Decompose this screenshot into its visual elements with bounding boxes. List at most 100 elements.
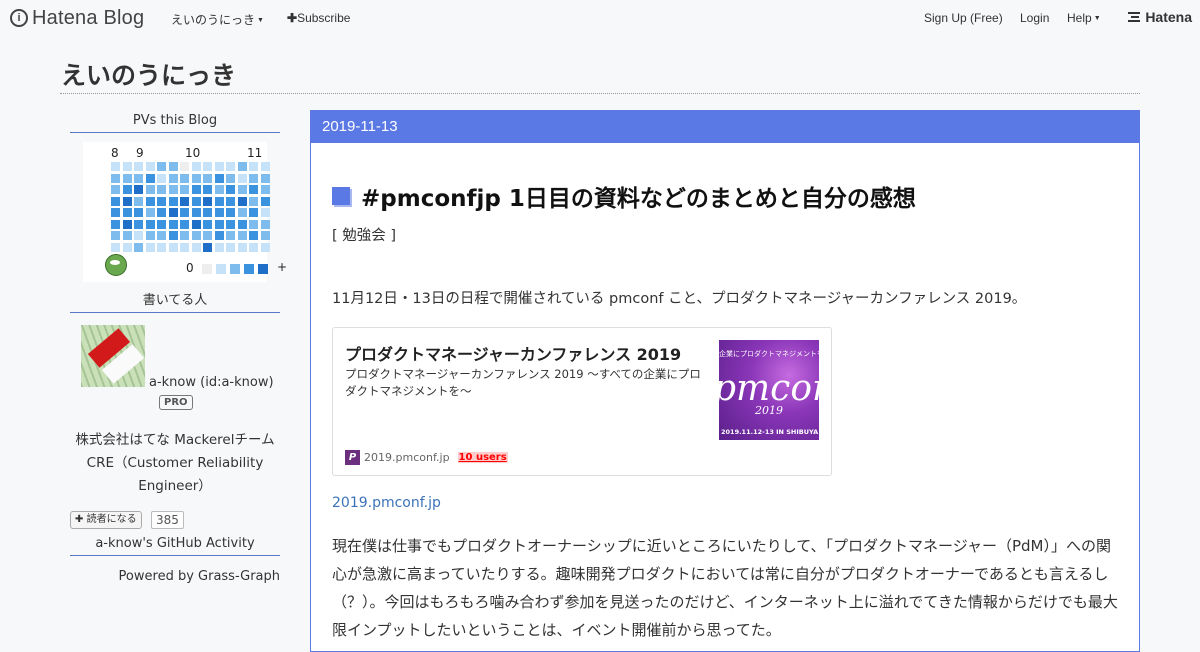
pv-cell [134, 185, 143, 194]
caret-down-icon: ▼ [1093, 15, 1101, 23]
pv-cell [145, 185, 155, 194]
pv-cell [191, 162, 201, 171]
pv-cell [168, 242, 178, 252]
pv-cell [134, 162, 143, 171]
pv-cell [237, 173, 247, 183]
title-divider [60, 93, 1140, 94]
pv-cell [237, 208, 247, 217]
bookmark-users-count[interactable]: 10 users [457, 451, 508, 463]
pv-cell [260, 242, 270, 252]
thumb-year: 2019 [755, 404, 783, 417]
pv-cell [157, 208, 166, 217]
pv-cell [226, 242, 235, 252]
powered-by-link[interactable]: Powered by Grass-Graph [70, 569, 280, 584]
pv-cell [111, 208, 120, 217]
pv-cell [203, 242, 212, 252]
pv-cell [191, 231, 201, 240]
pv-cell [237, 242, 247, 252]
source-link[interactable]: 2019.pmconf.jp [332, 495, 441, 511]
pv-cell [157, 196, 166, 206]
pv-legend-max: + [277, 260, 288, 274]
pv-cell [122, 231, 132, 240]
hatena-blog-logo[interactable]: i Hatena Blog [10, 7, 144, 29]
global-header: i Hatena Blog えいのうにっき ▼ ✚Subscribe Sign U… [0, 0, 1200, 36]
entry-category[interactable]: [ 勉強会 ] [332, 224, 396, 245]
pv-cell [249, 173, 258, 183]
pv-cell [111, 242, 120, 252]
card-description: プロダクトマネージャーカンファレンス 2019 〜すべての企業にプロダクトマネジ… [345, 367, 701, 398]
pv-cell [111, 173, 120, 183]
help-menu[interactable]: Help ▼ [1067, 11, 1101, 25]
pv-cell [214, 196, 224, 206]
pv-cell [260, 208, 270, 217]
blog-menu[interactable]: えいのうにっき ▼ [171, 11, 264, 28]
pv-cell [226, 185, 235, 194]
pv-cell [180, 231, 189, 240]
pv-cell [180, 162, 189, 171]
pv-cell [260, 173, 270, 183]
signup-link[interactable]: Sign Up (Free) [924, 11, 1003, 25]
hatena-logo[interactable]: Hatena [1128, 9, 1192, 25]
pv-legend-swatch [202, 264, 212, 274]
entry-intro: 11月12日・13日の日程で開催されている pmconf こと、プロダクトマネー… [332, 291, 1027, 307]
pv-cell [191, 208, 201, 217]
entry-title[interactable]: #pmconfjp 1日目の資料などのまとめと自分の感想 [332, 179, 916, 213]
pv-cell [168, 185, 178, 194]
logo-text: Hatena Blog [32, 6, 145, 29]
pv-cell [260, 185, 270, 194]
card-footer: P 2019.pmconf.jp 10 users [345, 449, 508, 465]
pv-cell [203, 173, 212, 183]
entry-title-text: #pmconfjp 1日目の資料などのまとめと自分の感想 [361, 186, 916, 212]
entry-date[interactable]: 2019-11-13 [311, 111, 1139, 143]
pv-cell [168, 173, 178, 183]
pv-cell [191, 185, 201, 194]
pv-cell [122, 173, 132, 183]
pv-cell [260, 231, 270, 240]
pv-cell [214, 173, 224, 183]
help-label: Help [1067, 11, 1092, 25]
reader-button-label: 読者になる [86, 514, 137, 525]
card-thumbnail[interactable]: 企業にプロダクトマネジメントを pmconf 2019 2019.11.12-1… [719, 340, 819, 440]
blog-title[interactable]: えいのうにっき [61, 56, 236, 92]
subscribe-button[interactable]: ✚Subscribe [287, 11, 350, 25]
pv-cell [145, 208, 155, 217]
pv-cell [226, 162, 235, 171]
pv-cell [237, 162, 247, 171]
pv-cell [180, 185, 189, 194]
pv-cell [260, 196, 270, 206]
pv-cell [214, 208, 224, 217]
pv-cell [111, 231, 120, 240]
frog-icon [105, 254, 127, 276]
pv-cell [168, 196, 178, 206]
pv-cell [203, 185, 212, 194]
login-link[interactable]: Login [1020, 11, 1049, 25]
pv-cell [134, 219, 143, 229]
pv-cell [122, 242, 132, 252]
pv-cell [122, 208, 132, 217]
pv-cell [226, 173, 235, 183]
pv-cell [237, 231, 247, 240]
author-avatar[interactable] [81, 325, 145, 387]
author-description: 株式会社はてな Mackerelチーム CRE（Customer Reliabi… [75, 432, 275, 494]
card-domain[interactable]: 2019.pmconf.jp [364, 451, 450, 464]
sidebar: PVs this Blog 8 9 10 11 0 + 書いてる人 a-know… [70, 110, 287, 584]
hatena-mark-icon [1128, 10, 1142, 24]
pv-cell [111, 219, 120, 229]
pv-cell [191, 242, 201, 252]
pv-cell [180, 242, 189, 252]
author-name-link[interactable]: a-know (id:a-know) [149, 375, 274, 390]
pv-cell [249, 185, 258, 194]
pv-cell [226, 219, 235, 229]
pv-cell [249, 162, 258, 171]
reader-widget: ✚ 読者になる 385 [70, 511, 280, 531]
reader-count[interactable]: 385 [151, 511, 184, 529]
blog-card[interactable]: プロダクトマネージャーカンファレンス 2019 プロダクトマネージャーカンファレ… [332, 327, 832, 476]
author-module-title: 書いてる人 [70, 286, 280, 313]
subscribe-reader-button[interactable]: ✚ 読者になる [70, 511, 142, 529]
pv-cell [111, 196, 120, 206]
entry-body: 現在僕は仕事でもプロダクトオーナーシップに近いところにいたりして、「プロダクトマ… [332, 537, 1118, 639]
pv-cell [134, 231, 143, 240]
card-title[interactable]: プロダクトマネージャーカンファレンス 2019 [345, 341, 681, 365]
pv-module-title: PVs this Blog [70, 110, 280, 133]
pv-cell [157, 173, 166, 183]
